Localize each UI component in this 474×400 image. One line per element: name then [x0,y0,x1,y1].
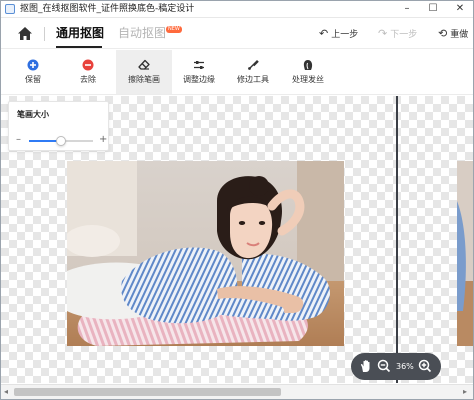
edge-brush-icon [248,60,259,70]
cutout-photo[interactable] [67,161,344,346]
zoom-in-icon[interactable] [418,359,432,373]
brush-size-panel: 笔画大小 – + [8,101,109,151]
home-icon[interactable] [17,26,33,41]
tab-auto-cutout[interactable]: 自动抠图 [118,24,166,42]
undo-icon: ↶ [319,27,329,40]
tool-erase-stroke-label: 擦除笔画 [128,75,160,84]
redo-button[interactable]: ↷ 下一步 [378,27,417,42]
eraser-icon [138,59,150,70]
redo-label: 下一步 [390,30,418,40]
tool-bar: 保留 去除 擦除笔画 调整边缘 修边工具 处理发丝 [1,50,473,95]
hair-icon [303,60,313,70]
sliders-icon [194,61,204,69]
title-bar: 抠图_在线抠图软件_证件照换底色-稿定设计 – ☐ ✕ [1,1,473,18]
undo-label: 上一步 [331,30,359,40]
reset-label: 重做 [450,30,469,40]
scrollbar-thumb[interactable] [14,388,281,396]
zoom-out-icon[interactable] [377,359,391,373]
tool-adjust-edge[interactable]: 调整边缘 [175,50,223,94]
window-title: 抠图_在线抠图软件_证件照换底色-稿定设计 [20,4,195,14]
tool-adjust-edge-label: 调整边缘 [183,75,215,84]
zoom-controls: 36% [351,353,441,380]
tool-keep-label: 保留 [25,75,41,84]
brush-size-decrease[interactable]: – [16,135,21,145]
tool-edge-trim-label: 修边工具 [237,75,269,84]
header-divider [44,27,45,41]
minimize-button[interactable]: – [394,1,420,17]
tool-edge-trim[interactable]: 修边工具 [229,50,277,94]
redo-icon: ↷ [378,27,388,40]
tool-hair-label: 处理发丝 [292,75,324,84]
history-icon: ⟲ [438,27,448,40]
compare-divider[interactable] [396,96,398,383]
tool-keep[interactable]: 保留 [11,50,55,94]
brush-size-slider[interactable] [29,136,93,146]
brush-size-thumb[interactable] [56,136,66,146]
new-badge: NEW [166,26,182,33]
result-preview-edge [457,161,473,346]
hand-icon[interactable] [359,359,373,373]
editing-canvas[interactable]: 笔画大小 – + 36% [1,96,473,383]
minus-circle-icon [82,59,94,71]
maximize-button[interactable]: ☐ [420,1,446,17]
scroll-left-icon[interactable]: ◂ [4,386,8,398]
top-nav: 通用抠图 自动抠图 NEW ↶ 上一步 ↷ 下一步 ⟲ 重做 [1,18,473,49]
undo-button[interactable]: ↶ 上一步 [319,27,358,42]
close-button[interactable]: ✕ [447,1,473,17]
zoom-level: 36% [396,362,414,371]
horizontal-scrollbar[interactable]: ◂ ▸ [1,384,473,399]
plus-circle-icon [27,59,39,71]
tool-remove[interactable]: 去除 [66,50,110,94]
tab-general-cutout[interactable]: 通用抠图 [56,24,104,42]
brush-size-increase[interactable]: + [99,135,107,145]
tool-erase-stroke[interactable]: 擦除笔画 [116,50,172,94]
brush-size-title: 笔画大小 [17,110,49,119]
tool-remove-label: 去除 [80,75,96,84]
app-icon [5,4,15,14]
tool-hair[interactable]: 处理发丝 [284,50,332,94]
active-tab-indicator [56,46,102,48]
app-window: 抠图_在线抠图软件_证件照换底色-稿定设计 – ☐ ✕ 通用抠图 自动抠图 NE… [0,0,474,400]
reset-button[interactable]: ⟲ 重做 [438,27,468,42]
scroll-right-icon[interactable]: ▸ [463,386,467,398]
